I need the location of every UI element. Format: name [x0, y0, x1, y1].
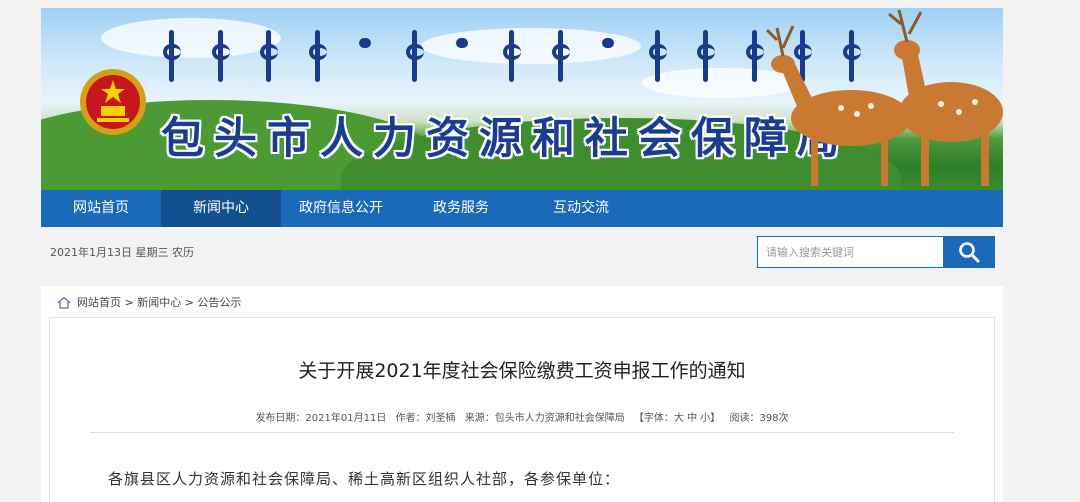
view-count: 阅读：398次: [729, 413, 789, 424]
publish-date: 发布日期：2021年01月11日: [255, 413, 387, 424]
search-icon: [959, 242, 980, 263]
breadcrumb-text[interactable]: 网站首页 > 新闻中心 > 公告公示: [77, 294, 241, 310]
search-box: [757, 236, 995, 268]
main-nav: 网站首页 新闻中心 政府信息公开 政务服务 互动交流: [41, 190, 1003, 227]
source: 来源：包头市人力资源和社会保障局: [464, 413, 625, 424]
mongolian-script-title: [161, 30, 861, 90]
deer-decoration: [765, 9, 1003, 186]
content-panel: 网站首页 > 新闻中心 > 公告公示 关于开展2021年度社会保险缴费工资申报工…: [41, 286, 1003, 502]
home-icon[interactable]: [57, 296, 71, 309]
divider: [90, 432, 954, 433]
article: 关于开展2021年度社会保险缴费工资申报工作的通知 发布日期：2021年01月1…: [49, 317, 995, 502]
header-banner: 包头市人力资源和社会保障局: [41, 8, 1003, 190]
article-meta: 发布日期：2021年01月11日 作者：刘圣楠 来源：包头市人力资源和社会保障局…: [50, 409, 994, 424]
nav-item-gov-info[interactable]: 政府信息公开: [281, 190, 401, 227]
author: 作者：刘圣楠: [395, 413, 456, 424]
font-size-switcher[interactable]: 【字体：大 中 小】: [634, 413, 720, 424]
breadcrumb: 网站首页 > 新闻中心 > 公告公示: [57, 294, 241, 310]
bureau-title: 包头市人力资源和社会保障局: [161, 114, 850, 164]
article-salutation: 各旗县区人力资源和社会保障局、稀土高新区组织人社部，各参保单位：: [108, 470, 621, 488]
nav-item-home[interactable]: 网站首页: [41, 190, 161, 227]
nav-item-gov-services[interactable]: 政务服务: [401, 190, 521, 227]
search-button[interactable]: [943, 236, 995, 268]
search-input[interactable]: [757, 236, 943, 268]
national-emblem-icon: [80, 69, 146, 135]
nav-item-interaction[interactable]: 互动交流: [521, 190, 641, 227]
date-display: 2021年1月13日 星期三 农历: [50, 246, 194, 259]
article-title: 关于开展2021年度社会保险缴费工资申报工作的通知: [298, 360, 746, 382]
nav-item-news-center[interactable]: 新闻中心: [161, 190, 281, 227]
